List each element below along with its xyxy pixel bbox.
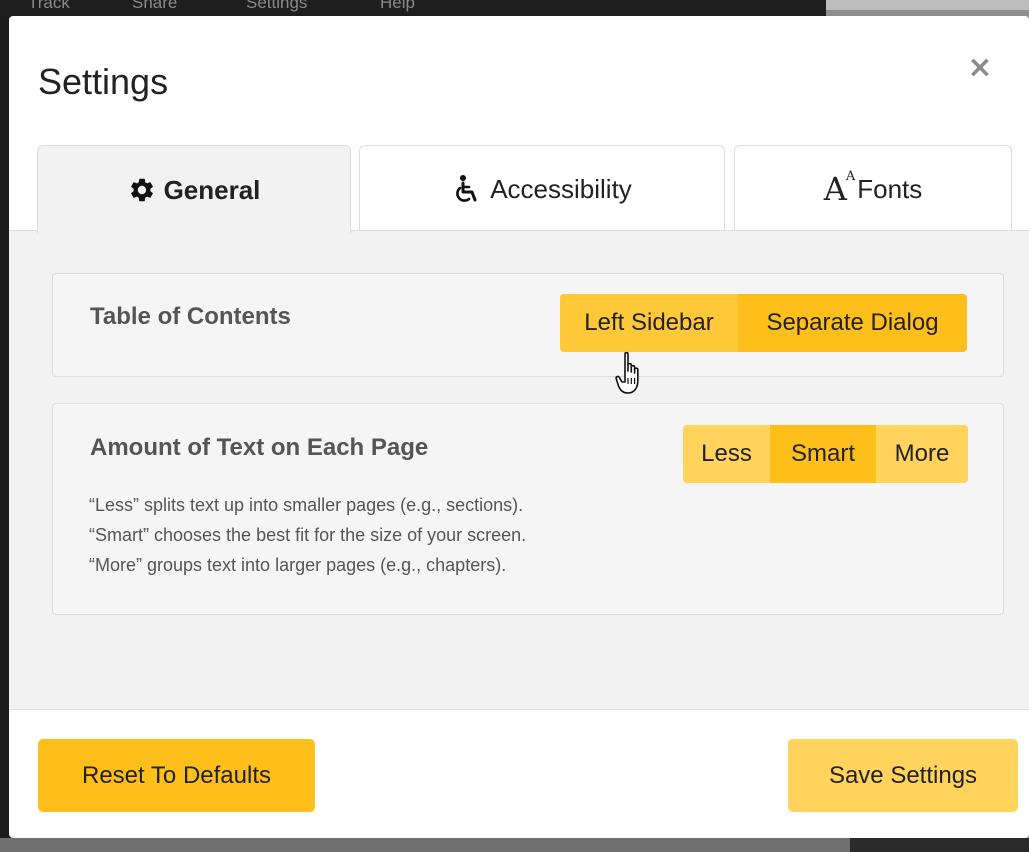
tab-general-label: General bbox=[163, 174, 261, 205]
background-bottom-light bbox=[0, 838, 850, 852]
tab-general[interactable]: General bbox=[37, 145, 351, 233]
font-size-icon: A A bbox=[823, 169, 856, 208]
tab-fonts[interactable]: A A Fonts bbox=[734, 145, 1012, 231]
dialog-title: Settings bbox=[38, 61, 169, 102]
tab-accessibility-label: Accessibility bbox=[490, 173, 632, 204]
background-menu-help: Help bbox=[380, 0, 415, 12]
background-strip bbox=[826, 0, 1029, 10]
font-size-icon-small: A bbox=[845, 169, 856, 184]
text-amount-description: “Less” splits text up into smaller pages… bbox=[89, 490, 526, 580]
save-settings-button[interactable]: Save Settings bbox=[788, 739, 1018, 812]
font-size-icon-large: A bbox=[823, 169, 847, 208]
toc-option-group: Left Sidebar Separate Dialog bbox=[560, 294, 967, 352]
background-bottom bbox=[0, 838, 1029, 852]
settings-dialog: Settings × General Accessibility A A Fon… bbox=[9, 16, 1029, 838]
text-amount-less-button[interactable]: Less bbox=[683, 425, 770, 483]
tab-fonts-label: Fonts bbox=[857, 173, 923, 204]
tab-content-general: Table of Contents Left Sidebar Separate … bbox=[9, 230, 1029, 710]
description-more: “More” groups text into larger pages (e.… bbox=[89, 555, 507, 575]
accessibility-icon bbox=[452, 174, 482, 204]
text-amount-more-button[interactable]: More bbox=[876, 425, 968, 483]
text-amount-setting-panel: Amount of Text on Each Page Less Smart M… bbox=[52, 403, 1004, 615]
toc-setting-panel: Table of Contents Left Sidebar Separate … bbox=[52, 273, 1004, 377]
toc-separate-dialog-button[interactable]: Separate Dialog bbox=[738, 294, 967, 352]
reset-to-defaults-button[interactable]: Reset To Defaults bbox=[38, 739, 315, 812]
close-button[interactable]: × bbox=[962, 50, 998, 86]
background-menu-share: Share bbox=[132, 0, 178, 12]
hand-pointer-cursor-icon bbox=[615, 351, 649, 402]
background-menu-settings: Settings bbox=[246, 0, 308, 12]
text-amount-option-group: Less Smart More bbox=[683, 425, 968, 483]
text-amount-smart-button[interactable]: Smart bbox=[770, 425, 876, 483]
background-menu-bar: Track Share Settings Help bbox=[0, 0, 826, 16]
toc-setting-label: Table of Contents bbox=[90, 303, 291, 330]
text-amount-label: Amount of Text on Each Page bbox=[90, 434, 429, 461]
gear-icon bbox=[128, 176, 156, 204]
background-menu-track: Track bbox=[28, 0, 70, 12]
description-smart: “Smart” chooses the best fit for the siz… bbox=[89, 525, 527, 545]
toc-left-sidebar-button[interactable]: Left Sidebar bbox=[560, 294, 738, 352]
description-less: “Less” splits text up into smaller pages… bbox=[89, 495, 524, 515]
tab-accessibility[interactable]: Accessibility bbox=[359, 145, 725, 231]
